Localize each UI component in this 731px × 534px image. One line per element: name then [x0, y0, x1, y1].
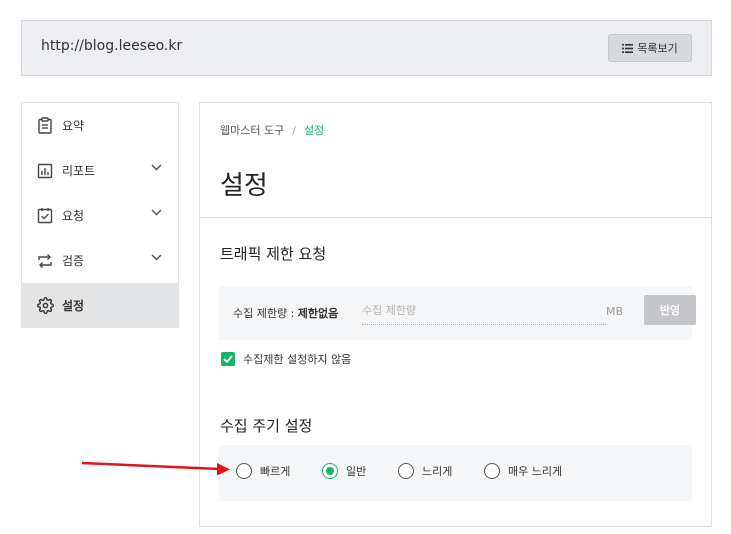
limit-value: 제한없음 [297, 307, 339, 320]
limit-input[interactable] [362, 297, 606, 325]
radio-circle[interactable] [484, 463, 500, 479]
chevron-down-icon [151, 254, 162, 261]
repeat-icon [36, 252, 54, 270]
sidebar: 요약 리포트 요청 검증 설정 [21, 102, 179, 328]
url-bar: http://blog.leeseo.kr 목록보기 [21, 20, 712, 76]
crawl-cycle-title: 수집 주기 설정 [220, 417, 313, 435]
radio-label: 빠르게 [260, 465, 291, 478]
sidebar-item-request[interactable]: 요청 [22, 193, 178, 238]
radio-fast[interactable]: 빠르게 [236, 463, 290, 479]
sidebar-item-verify[interactable]: 검증 [22, 238, 178, 283]
sidebar-item-label: 요청 [62, 209, 85, 223]
radio-circle-selected[interactable] [322, 463, 338, 479]
sidebar-item-summary[interactable]: 요약 [22, 103, 178, 148]
list-view-button-label: 목록보기 [637, 42, 678, 55]
radio-normal[interactable]: 일반 [322, 463, 366, 479]
breadcrumb: 웹마스터 도구 / 설정 [220, 122, 324, 138]
main-panel: 웹마스터 도구 / 설정 설정 트래픽 제한 요청 수집 제한량 : 제한없음 MB… [199, 102, 712, 527]
list-view-button[interactable]: 목록보기 [608, 34, 692, 62]
sidebar-item-label: 설정 [62, 299, 85, 313]
breadcrumb-current: 설정 [303, 124, 325, 137]
bar-chart-icon [36, 162, 54, 180]
crawl-cycle-box: 빠르게 일반 느리게 매우 느리게 [219, 445, 692, 501]
list-icon [622, 43, 634, 53]
radio-label: 느리게 [422, 465, 453, 478]
no-limit-checkbox-label: 수집제한 설정하지 않음 [243, 353, 352, 366]
divider [200, 217, 711, 218]
radio-circle[interactable] [398, 463, 414, 479]
clipboard-icon [36, 117, 54, 135]
sidebar-item-settings[interactable]: 설정 [22, 283, 178, 328]
site-url: http://blog.leeseo.kr [41, 38, 183, 54]
no-limit-checkbox-row[interactable]: 수집제한 설정하지 않음 [221, 351, 351, 367]
limit-label: 수집 제한량 : 제한없음 [233, 307, 339, 320]
radio-very-slow[interactable]: 매우 느리게 [484, 463, 562, 479]
unit-label: MB [606, 305, 624, 318]
radio-slow[interactable]: 느리게 [398, 463, 452, 479]
annotation-arrow-icon [81, 461, 230, 476]
radio-label: 매우 느리게 [508, 465, 563, 478]
gear-icon [36, 297, 54, 315]
traffic-limit-box: 수집 제한량 : 제한없음 MB 반영 [219, 286, 696, 340]
breadcrumb-separator: / [292, 124, 296, 137]
chevron-down-icon [151, 164, 162, 171]
check-icon [223, 355, 233, 363]
sidebar-item-label: 리포트 [62, 164, 96, 178]
chevron-down-icon [151, 209, 162, 216]
no-limit-checkbox[interactable] [221, 352, 235, 366]
page-title: 설정 [220, 171, 268, 201]
sidebar-item-label: 검증 [62, 254, 85, 268]
breadcrumb-parent[interactable]: 웹마스터 도구 [220, 124, 284, 137]
sidebar-item-label: 요약 [62, 119, 85, 133]
apply-button[interactable]: 반영 [644, 295, 696, 325]
checkbox-icon [36, 207, 54, 225]
sidebar-item-report[interactable]: 리포트 [22, 148, 178, 193]
traffic-limit-title: 트래픽 제한 요청 [220, 245, 327, 263]
radio-label: 일반 [346, 465, 367, 478]
